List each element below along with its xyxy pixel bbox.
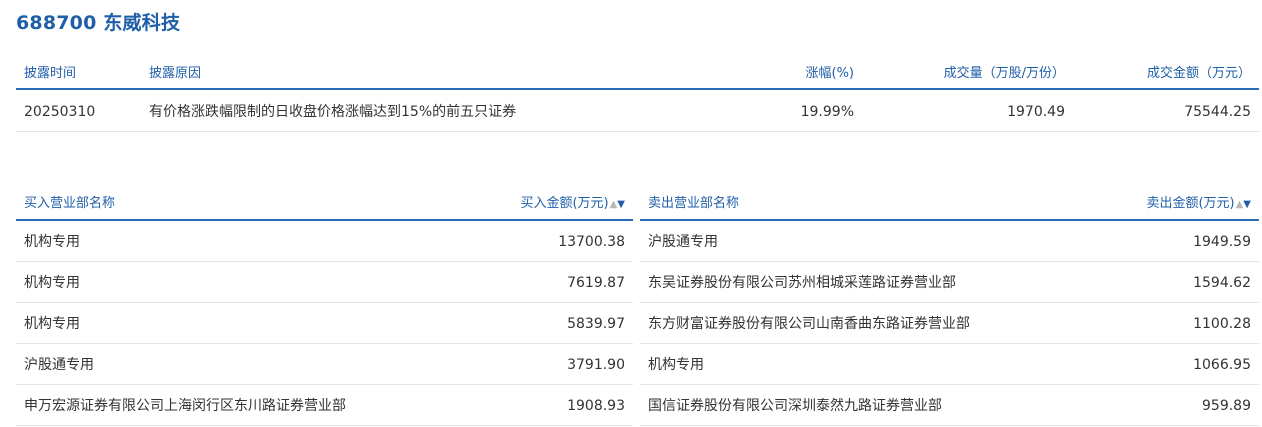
sell-amount: 1066.95 (1193, 357, 1251, 373)
table-row: 东方财富证券股份有限公司山南香曲东路证券营业部 1100.28 (640, 303, 1259, 344)
change-pct: 19.99% (800, 104, 854, 120)
col-disclosure-reason: 披露原因 (149, 66, 202, 81)
buy-amount: 13700.38 (558, 234, 625, 250)
disclosure-reason: 有价格涨跌幅限制的日收盘价格涨幅达到15%的前五只证券 (149, 104, 517, 120)
sell-brokers-table: 卖出营业部名称 卖出金额(万元)▲▼ 沪股通专用 1949.59 东吴证券股份有… (640, 187, 1259, 426)
buy-broker-name: 机构专用 (24, 275, 80, 291)
col-volume: 成交量（万股/万份） (943, 66, 1065, 81)
turnover: 75544.25 (1184, 104, 1251, 120)
table-row: 机构专用 1066.95 (640, 344, 1259, 385)
table-row: 机构专用 7619.87 (16, 262, 633, 303)
volume: 1970.49 (1007, 104, 1065, 120)
buy-amount: 5839.97 (567, 316, 625, 332)
stock-code: 688700 (16, 12, 97, 34)
stock-name: 东威科技 (103, 12, 181, 34)
buy-broker-name: 申万宏源证券有限公司上海闵行区东川路证券营业部 (24, 398, 346, 414)
col-buy-amount-label: 买入金额(万元) (520, 196, 609, 211)
buy-amount: 3791.90 (567, 357, 625, 373)
sell-amount: 959.89 (1202, 398, 1251, 414)
summary-row: 20250310 有价格涨跌幅限制的日收盘价格涨幅达到15%的前五只证券 19.… (16, 90, 1259, 132)
col-sell-amount-label: 卖出金额(万元) (1146, 196, 1235, 211)
sort-icon[interactable]: ▲▼ (610, 188, 625, 222)
sell-broker-name: 东方财富证券股份有限公司山南香曲东路证券营业部 (648, 316, 970, 332)
table-row: 机构专用 5839.97 (16, 303, 633, 344)
table-row: 东吴证券股份有限公司苏州相城采莲路证券营业部 1594.62 (640, 262, 1259, 303)
buy-broker-name: 机构专用 (24, 234, 80, 250)
summary-header-row: 披露时间 披露原因 涨幅(%) 成交量（万股/万份） 成交金额（万元） (16, 58, 1259, 90)
page-title: 688700 东威科技 (16, 9, 180, 37)
sell-amount: 1100.28 (1193, 316, 1251, 332)
buy-header-row: 买入营业部名称 买入金额(万元)▲▼ (16, 187, 633, 221)
table-row: 沪股通专用 3791.90 (16, 344, 633, 385)
buy-broker-name: 沪股通专用 (24, 357, 94, 373)
sell-broker-name: 机构专用 (648, 357, 704, 373)
sort-desc-icon[interactable]: ▼ (617, 199, 625, 210)
sell-amount: 1949.59 (1193, 234, 1251, 250)
disclosure-date: 20250310 (24, 104, 96, 120)
col-turnover: 成交金额（万元） (1146, 66, 1251, 81)
table-row: 机构专用 13700.38 (16, 221, 633, 262)
buy-broker-name: 机构专用 (24, 316, 80, 332)
table-row: 申万宏源证券有限公司上海闵行区东川路证券营业部 1908.93 (16, 385, 633, 426)
buy-amount: 7619.87 (567, 275, 625, 291)
sell-amount: 1594.62 (1193, 275, 1251, 291)
disclosure-summary-table: 披露时间 披露原因 涨幅(%) 成交量（万股/万份） 成交金额（万元） 2025… (16, 58, 1259, 132)
buy-brokers-table: 买入营业部名称 买入金额(万元)▲▼ 机构专用 13700.38 机构专用 76… (16, 187, 633, 426)
sell-broker-name: 东吴证券股份有限公司苏州相城采莲路证券营业部 (648, 275, 956, 291)
table-row: 沪股通专用 1949.59 (640, 221, 1259, 262)
col-change-pct: 涨幅(%) (805, 66, 855, 81)
sell-broker-name: 沪股通专用 (648, 234, 718, 250)
sell-header-row: 卖出营业部名称 卖出金额(万元)▲▼ (640, 187, 1259, 221)
sort-desc-icon[interactable]: ▼ (1243, 199, 1251, 210)
table-row: 国信证券股份有限公司深圳泰然九路证券营业部 959.89 (640, 385, 1259, 426)
col-buy-broker: 买入营业部名称 (24, 196, 116, 211)
col-sell-amount[interactable]: 卖出金额(万元)▲▼ (1146, 187, 1251, 222)
sort-icon[interactable]: ▲▼ (1236, 188, 1251, 222)
col-sell-broker: 卖出营业部名称 (648, 196, 740, 211)
col-buy-amount[interactable]: 买入金额(万元)▲▼ (520, 187, 625, 222)
col-disclosure-date: 披露时间 (24, 66, 77, 81)
sell-broker-name: 国信证券股份有限公司深圳泰然九路证券营业部 (648, 398, 942, 414)
buy-amount: 1908.93 (567, 398, 625, 414)
